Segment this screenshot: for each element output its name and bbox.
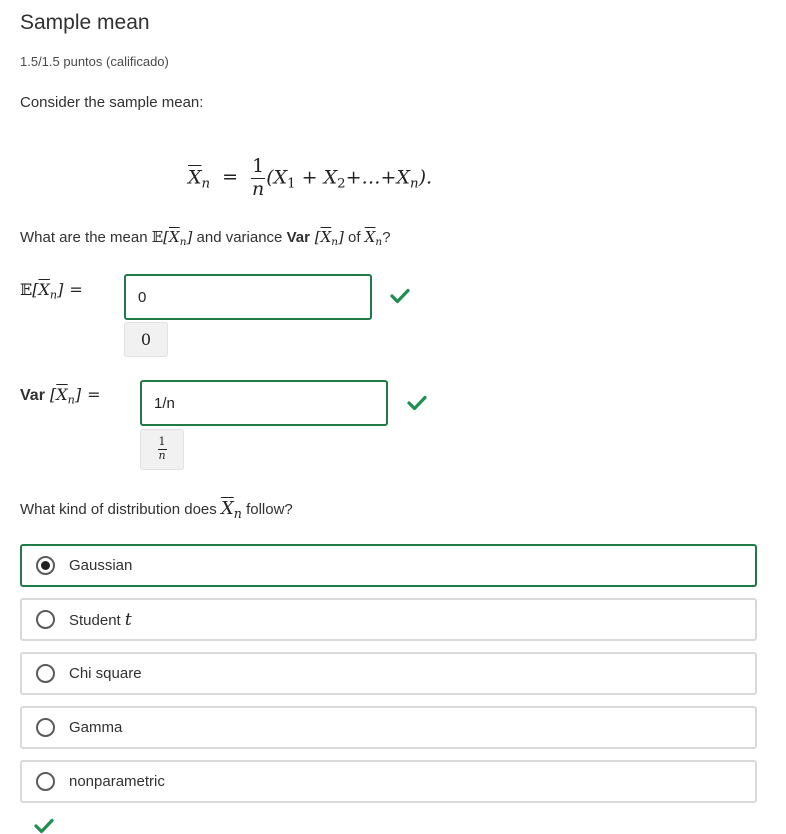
option-nonparametric[interactable]: nonparametric [20, 760, 757, 803]
checkmark-icon [390, 288, 410, 304]
expectation-input[interactable]: 0 [124, 274, 372, 320]
radio-icon[interactable] [36, 718, 55, 737]
question-distribution: What kind of distribution does Xn follow… [20, 498, 293, 521]
variance-input[interactable]: 1/n [140, 380, 388, 426]
variance-preview: 1n [140, 429, 184, 470]
problem-title: Sample mean [20, 11, 150, 34]
option-student-t[interactable]: Student t [20, 598, 757, 641]
sample-mean-formula: Xn = 1 n (X1 + X2+…+Xn). [187, 155, 433, 200]
option-label: Gamma [69, 719, 123, 736]
radio-icon[interactable] [36, 664, 55, 683]
option-gaussian[interactable]: Gaussian [20, 544, 757, 587]
radio-selected-icon[interactable] [36, 556, 55, 575]
option-chi-square[interactable]: Chi square [20, 652, 757, 695]
expectation-label: 𝔼[Xn] = [20, 280, 83, 302]
checkmark-icon [34, 818, 54, 834]
expectation-preview: 0 [124, 322, 168, 357]
variance-label: Var [Xn] = [20, 385, 101, 407]
option-label: Gaussian [69, 557, 133, 574]
intro-text: Consider the sample mean: [20, 94, 204, 111]
option-label: Student t [69, 609, 132, 630]
option-gamma[interactable]: Gamma [20, 706, 757, 749]
option-label: nonparametric [69, 773, 165, 790]
grade-status: 1.5/1.5 puntos (calificado) [20, 54, 169, 69]
radio-icon[interactable] [36, 610, 55, 629]
checkmark-icon [407, 395, 427, 411]
question-mean-variance: What are the mean 𝔼[Xn] and variance Var… [20, 228, 391, 249]
radio-icon[interactable] [36, 772, 55, 791]
option-label: Chi square [69, 665, 142, 682]
